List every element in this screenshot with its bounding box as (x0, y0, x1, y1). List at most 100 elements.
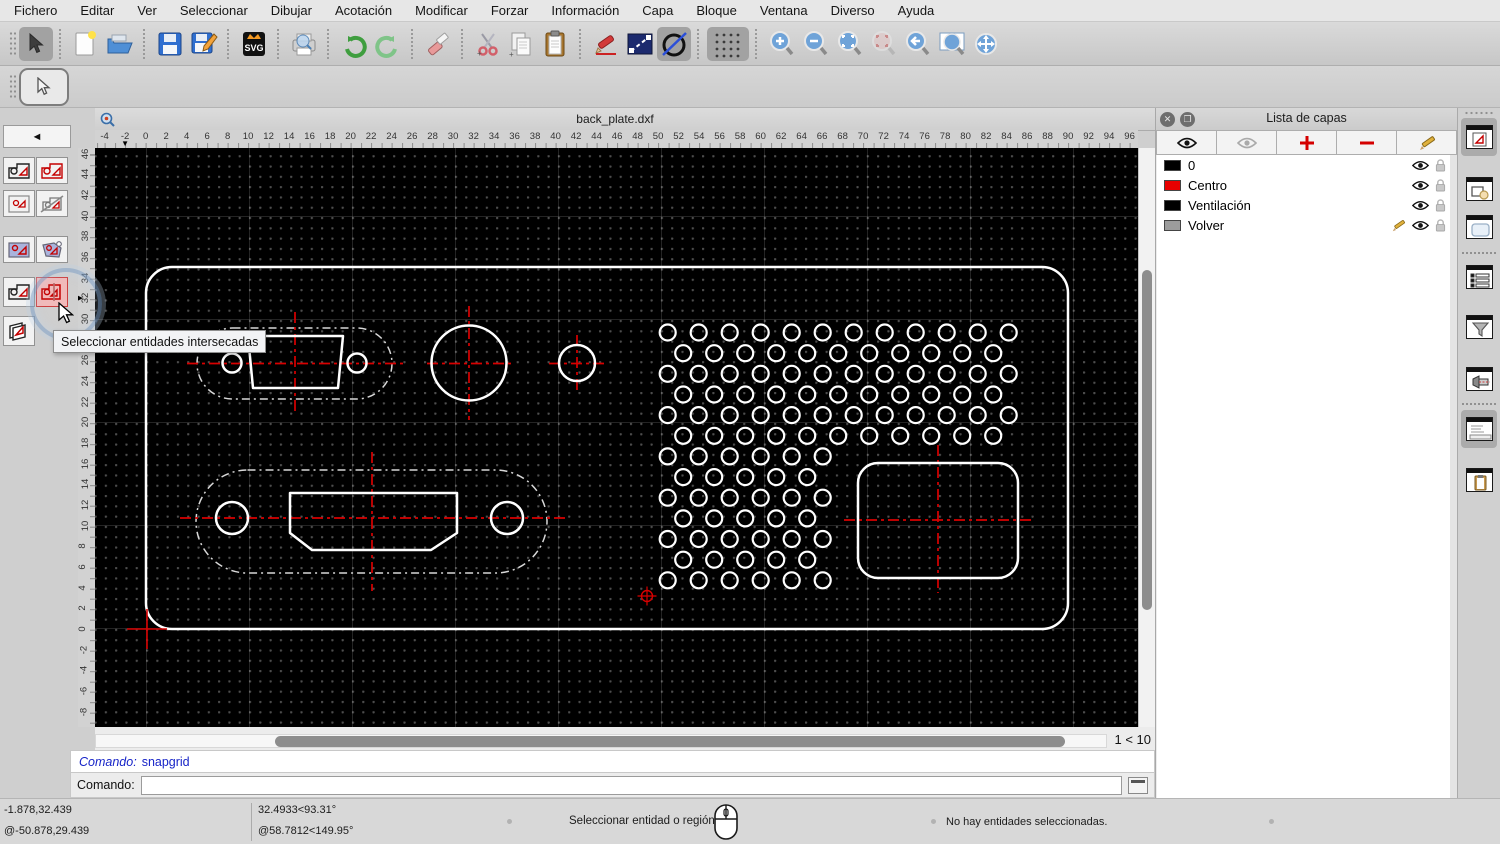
copy-button[interactable]: + (505, 27, 539, 61)
paste-button[interactable] (539, 27, 573, 61)
dock-clipboard-button[interactable] (1461, 461, 1497, 499)
hide-all-layers-button[interactable] (1217, 130, 1277, 155)
menu-item-modificar[interactable]: Modificar (415, 3, 468, 18)
remove-layer-button[interactable] (1337, 130, 1397, 155)
zoom-window-button[interactable] (935, 27, 969, 61)
vent-hole (798, 426, 817, 445)
layer-lock-icon[interactable] (1435, 218, 1446, 232)
vent-hole (953, 344, 972, 363)
menu-item-fichero[interactable]: Fichero (14, 3, 57, 18)
menu-item-diverso[interactable]: Diverso (831, 3, 875, 18)
snap-grid-button[interactable] (707, 26, 749, 61)
selection-pointer-option-button[interactable] (19, 67, 69, 106)
zoom-auto-button[interactable] (833, 27, 867, 61)
dock-entity-filter-button[interactable] (1461, 308, 1497, 346)
layer-row[interactable]: Volver (1157, 215, 1450, 235)
drawing-canvas[interactable] (95, 148, 1138, 727)
circle-line-snap-button[interactable] (657, 26, 691, 61)
save-as-button[interactable] (187, 27, 221, 61)
h-ruler-label: 36 (509, 131, 520, 142)
dock-pen-palette-button[interactable] (1461, 360, 1497, 398)
dock-command-widget-button[interactable] (1461, 410, 1497, 448)
layer-row[interactable]: 0 (1157, 155, 1450, 175)
add-layer-button[interactable] (1277, 130, 1337, 155)
menu-item-forzar[interactable]: Forzar (491, 3, 529, 18)
horizontal-scrollbar[interactable]: 1 < 10 (95, 727, 1155, 750)
delete-eraser-button[interactable] (421, 27, 455, 61)
right-dock-strip (1457, 108, 1500, 798)
vent-hole (937, 406, 956, 425)
distance-measure-button[interactable] (623, 27, 657, 61)
cut-button[interactable]: + (471, 27, 505, 61)
command-dock-toggle-button[interactable] (1128, 776, 1148, 794)
deselect-window-tool[interactable] (36, 236, 68, 263)
layer-row[interactable]: Ventilación (1157, 195, 1450, 215)
menu-item-dibujar[interactable]: Dibujar (271, 3, 312, 18)
h-ruler-label: 54 (693, 131, 705, 142)
select-entity-tool[interactable] (3, 157, 35, 184)
h-ruler-label: 38 (529, 131, 541, 142)
zoom-previous-button[interactable] (901, 27, 935, 61)
zoom-out-button[interactable] (799, 27, 833, 61)
layer-lock-icon[interactable] (1435, 198, 1446, 212)
vent-hole (844, 323, 863, 342)
menu-item-ayuda[interactable]: Ayuda (898, 3, 935, 18)
menu-item-ver[interactable]: Ver (137, 3, 157, 18)
print-preview-button[interactable] (287, 27, 321, 61)
palette-back-button[interactable]: ◄ (3, 125, 71, 148)
deselect-intersected-tool[interactable] (3, 316, 35, 346)
dock-entity-list-button[interactable] (1461, 258, 1497, 296)
vent-hole (984, 344, 1003, 363)
vent-hole (999, 323, 1018, 342)
layer-lock-icon[interactable] (1435, 158, 1446, 172)
command-input[interactable] (140, 775, 1122, 795)
vertical-scrollbar-thumb[interactable] (1142, 270, 1152, 610)
v-ruler-label: 16 (79, 458, 91, 470)
menu-item-bloque[interactable]: Bloque (696, 3, 736, 18)
save-button[interactable] (153, 27, 187, 61)
vent-hole (968, 323, 987, 342)
select-pointer-tool-button[interactable] (19, 26, 53, 61)
v-ruler-label: 8 (78, 543, 89, 550)
new-document-button[interactable] (69, 27, 103, 61)
redo-button[interactable] (371, 27, 405, 61)
toolbar-drag-handle[interactable] (9, 73, 16, 100)
layer-visibility-eye-icon[interactable] (1412, 180, 1429, 191)
zoom-selection-button[interactable] (867, 27, 901, 61)
select-single-entity-tool[interactable] (3, 190, 35, 217)
dock-block-list-button[interactable] (1461, 170, 1497, 208)
edit-layer-button[interactable] (1397, 130, 1457, 155)
menu-item-seleccionar[interactable]: Seleccionar (180, 3, 248, 18)
zoom-pan-button[interactable] (969, 27, 1003, 61)
dock-library-browser-button[interactable] (1461, 208, 1497, 246)
horizontal-scrollbar-thumb[interactable] (275, 736, 1065, 747)
layer-lock-icon[interactable] (1435, 178, 1446, 192)
layer-visibility-eye-icon[interactable] (1412, 200, 1429, 211)
menu-item-acotacin[interactable]: Acotación (335, 3, 392, 18)
document-titlebar[interactable]: back_plate.dxf (95, 108, 1155, 131)
layer-row[interactable]: Centro (1157, 175, 1450, 195)
vertical-scrollbar[interactable] (1138, 148, 1156, 727)
layer-visibility-eye-icon[interactable] (1412, 160, 1429, 171)
open-file-button[interactable] (103, 27, 137, 61)
menu-item-ventana[interactable]: Ventana (760, 3, 808, 18)
vent-hole (875, 364, 894, 383)
dock-layer-list-button[interactable] (1461, 118, 1497, 156)
select-all-tool[interactable] (36, 157, 68, 184)
deselect-entity-tool[interactable] (36, 190, 68, 217)
zoom-in-button[interactable] (765, 27, 799, 61)
toolbar-separator (411, 28, 415, 59)
show-all-layers-button[interactable] (1156, 130, 1217, 155)
export-svg-button[interactable]: SVG (237, 27, 271, 61)
draw-pencil-button[interactable] (589, 27, 623, 61)
vent-hole (953, 426, 972, 445)
toolbar-drag-handle[interactable] (9, 30, 16, 57)
undo-button[interactable] (337, 27, 371, 61)
dock-drag-handle[interactable] (1464, 111, 1494, 116)
menu-item-editar[interactable]: Editar (80, 3, 114, 18)
layer-list-scrollbar[interactable] (1450, 155, 1457, 798)
menu-item-capa[interactable]: Capa (642, 3, 673, 18)
select-window-tool[interactable] (3, 236, 35, 263)
menu-item-informacin[interactable]: Información (551, 3, 619, 18)
layer-visibility-eye-icon[interactable] (1412, 220, 1429, 231)
